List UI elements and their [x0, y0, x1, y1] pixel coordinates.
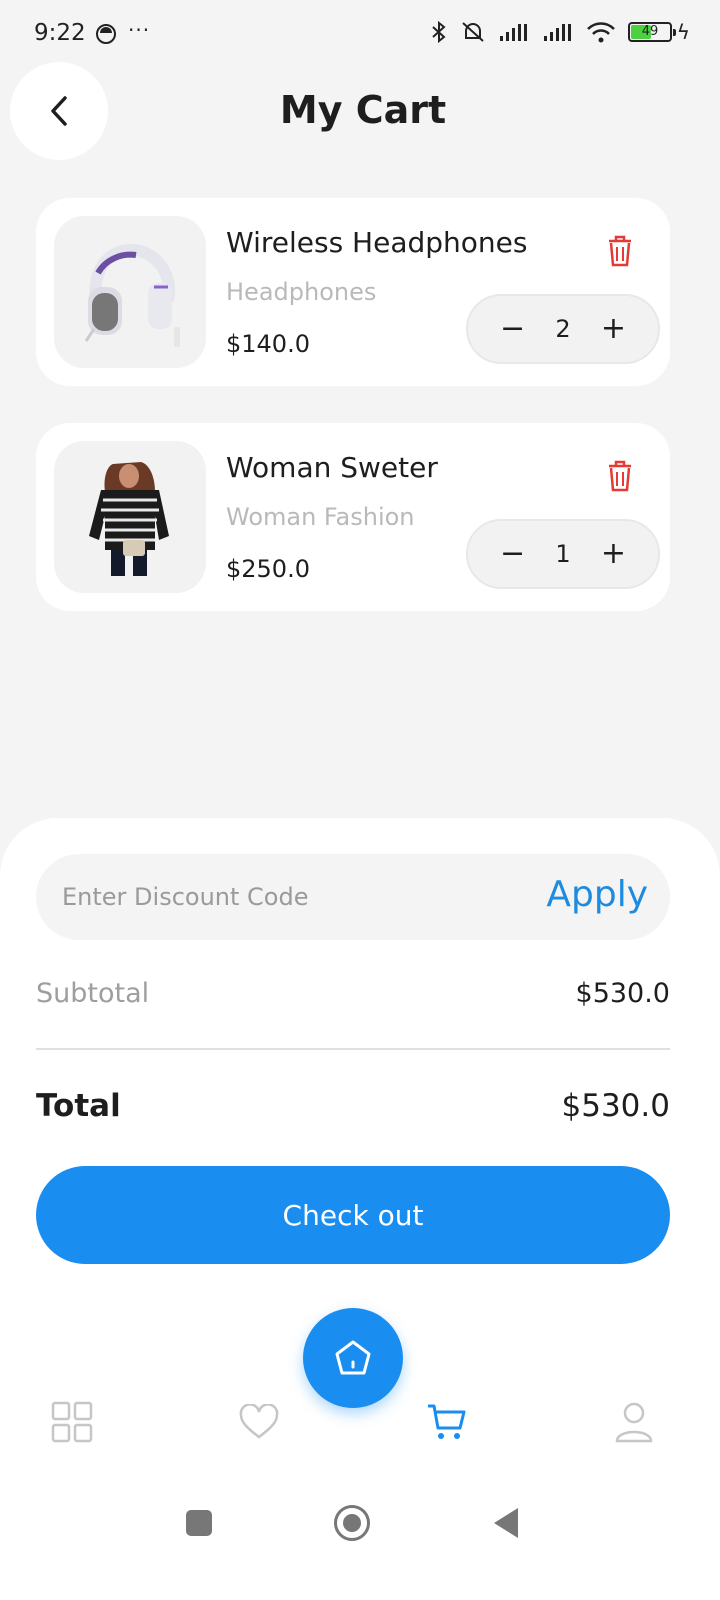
apply-button[interactable]: Apply: [546, 874, 648, 915]
product-image: [54, 441, 206, 593]
nav-favorites[interactable]: [237, 1400, 281, 1444]
subtotal-row: Subtotal $530.0: [36, 978, 670, 1009]
cart-item[interactable]: Woman Sweter Woman Fashion $250.0 − 1 +: [36, 423, 670, 611]
item-category: Woman Fashion: [226, 503, 415, 531]
decrease-button[interactable]: −: [500, 539, 525, 569]
wifi-icon: [587, 22, 615, 43]
battery-level: 49: [641, 24, 659, 39]
recents-button[interactable]: [186, 1510, 212, 1536]
delete-button[interactable]: [606, 234, 634, 272]
product-image: [54, 216, 206, 368]
bluetooth-icon: [432, 20, 446, 44]
divider: [36, 1048, 670, 1050]
item-name: Wireless Headphones: [226, 226, 528, 259]
system-home-button[interactable]: [334, 1505, 370, 1541]
nav-cart[interactable]: [425, 1400, 469, 1444]
nav-categories[interactable]: [50, 1400, 94, 1444]
subtotal-value: $530.0: [575, 978, 670, 1009]
cart-item[interactable]: Wireless Headphones Headphones $140.0 − …: [36, 198, 670, 386]
status-icons: 49: [430, 20, 676, 44]
total-label: Total: [36, 1088, 121, 1124]
mute-icon: [462, 22, 484, 42]
system-back-button[interactable]: [494, 1508, 518, 1538]
status-more-dots: ···: [128, 18, 151, 42]
signal-icon: [500, 24, 527, 41]
item-price: $250.0: [226, 555, 310, 583]
trash-icon: [609, 235, 631, 267]
discount-code-input[interactable]: [62, 854, 502, 940]
grid-icon: [51, 1401, 93, 1443]
total-row: Total $530.0: [36, 1088, 670, 1124]
home-icon: [335, 1340, 371, 1375]
total-value: $530.0: [561, 1088, 670, 1124]
item-category: Headphones: [226, 278, 377, 306]
status-time: 9:22: [34, 20, 86, 46]
discount-field: Apply: [36, 854, 670, 940]
bottom-nav: [0, 1300, 720, 1480]
delete-button[interactable]: [606, 459, 634, 497]
quantity-stepper: − 2 +: [466, 294, 660, 364]
increase-button[interactable]: +: [601, 314, 626, 344]
quantity-stepper: − 1 +: [466, 519, 660, 589]
notification-face-icon: [96, 24, 116, 44]
battery-icon: 49: [628, 22, 676, 42]
item-price: $140.0: [226, 330, 310, 358]
page-title: My Cart: [279, 88, 447, 132]
subtotal-label: Subtotal: [36, 978, 150, 1009]
checkout-button[interactable]: Check out: [36, 1166, 670, 1264]
status-bar: 9:22 ··· 49 ϟ: [0, 0, 720, 70]
system-nav-bar: [0, 1490, 720, 1560]
headphones-image: [84, 243, 180, 347]
item-name: Woman Sweter: [226, 451, 438, 484]
profile-icon: [615, 1402, 653, 1443]
charging-icon: ϟ: [676, 20, 690, 44]
trash-icon: [609, 460, 631, 492]
quantity-value: 1: [555, 540, 571, 568]
decrease-button[interactable]: −: [500, 314, 525, 344]
sweater-image: [89, 462, 169, 576]
increase-button[interactable]: +: [601, 539, 626, 569]
signal-icon: [544, 24, 571, 41]
heart-icon: [239, 1404, 279, 1439]
home-button[interactable]: [303, 1308, 403, 1408]
cart-icon: [428, 1404, 466, 1439]
checkout-panel: Apply Subtotal $530.0 Total $530.0 Check…: [0, 818, 720, 1600]
quantity-value: 2: [555, 315, 571, 343]
nav-profile[interactable]: [612, 1400, 656, 1444]
